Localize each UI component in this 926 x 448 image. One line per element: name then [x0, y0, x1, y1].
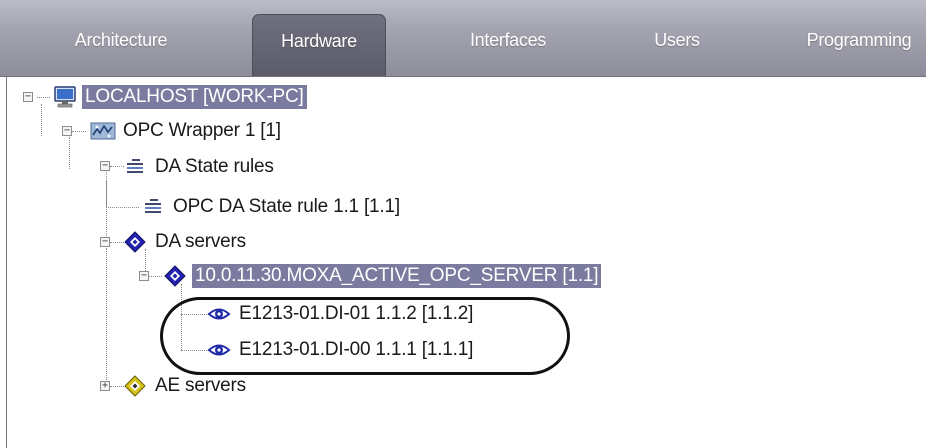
collapse-toggle-da-servers[interactable]: −	[100, 237, 110, 247]
tree-guide	[69, 137, 70, 169]
tree-node-label: LOCALHOST [WORK-PC]	[82, 85, 307, 109]
tree-node-moxa-server[interactable]: 10.0.11.30.MOXA_ACTIVE_OPC_SERVER [1.1]	[162, 263, 602, 289]
tree-node-opc-da-state-rule[interactable]: OPC DA State rule 1.1 [1.1]	[140, 194, 403, 220]
opc-wrapper-icon	[90, 119, 116, 143]
tree-node-di-00[interactable]: E1213-01.DI-00 1.1.1 [1.1.1]	[206, 337, 476, 363]
tree-guide	[106, 207, 139, 208]
tree-guide	[72, 131, 86, 132]
tree-node-label: OPC DA State rule 1.1 [1.1]	[173, 196, 400, 217]
tree-node-da-state-rules[interactable]: DA State rules	[122, 154, 277, 180]
ae-servers-icon	[122, 374, 148, 398]
da-server-icon	[162, 264, 188, 288]
eye-icon	[206, 338, 232, 362]
tree-guide	[149, 276, 162, 277]
tree-node-label: 10.0.11.30.MOXA_ACTIVE_OPC_SERVER [1.1]	[192, 264, 602, 288]
eye-icon	[206, 302, 232, 326]
collapse-toggle-da-state-rules[interactable]: −	[100, 161, 110, 171]
tab-interfaces[interactable]: Interfaces	[440, 14, 576, 76]
tree-guide	[37, 97, 50, 98]
tree-node-label: E1213-01.DI-00 1.1.1 [1.1.1]	[239, 339, 474, 360]
da-servers-icon	[122, 230, 148, 254]
tab-users[interactable]: Users	[632, 14, 722, 76]
tree-node-da-servers[interactable]: DA servers	[122, 229, 249, 255]
tree-guide	[181, 284, 182, 350]
expand-toggle-ae-servers[interactable]: +	[100, 381, 110, 391]
tab-programming[interactable]: Programming	[784, 14, 926, 76]
collapse-toggle-moxa-server[interactable]: −	[139, 271, 149, 281]
tree-guide	[41, 104, 42, 136]
tree-node-label: E1213-01.DI-01 1.1.2 [1.1.2]	[239, 303, 474, 324]
collapse-toggle-opc-wrapper[interactable]: −	[62, 126, 72, 136]
tree-node-ae-servers[interactable]: AE servers	[122, 373, 249, 399]
tree-node-label: DA servers	[155, 231, 246, 252]
tree-node-localhost[interactable]: LOCALHOST [WORK-PC]	[52, 84, 307, 110]
tree-guide	[106, 248, 107, 380]
tree-node-label: OPC Wrapper 1 [1]	[123, 120, 281, 141]
computer-icon	[52, 85, 78, 109]
tab-bar: Architecture Hardware Interfaces Users P…	[0, 0, 926, 77]
tree-node-opc-wrapper[interactable]: OPC Wrapper 1 [1]	[90, 118, 284, 144]
tab-hardware[interactable]: Hardware	[252, 14, 386, 76]
tree-guide	[106, 180, 107, 240]
tree-node-di-01[interactable]: E1213-01.DI-01 1.1.2 [1.1.2]	[206, 301, 476, 327]
tree-node-label: AE servers	[155, 375, 246, 396]
tab-architecture[interactable]: Architecture	[40, 14, 202, 76]
collapse-toggle-root[interactable]: −	[23, 92, 33, 102]
state-rules-icon	[122, 155, 148, 179]
state-rule-icon	[140, 195, 166, 219]
tree-node-label: DA State rules	[155, 156, 274, 177]
